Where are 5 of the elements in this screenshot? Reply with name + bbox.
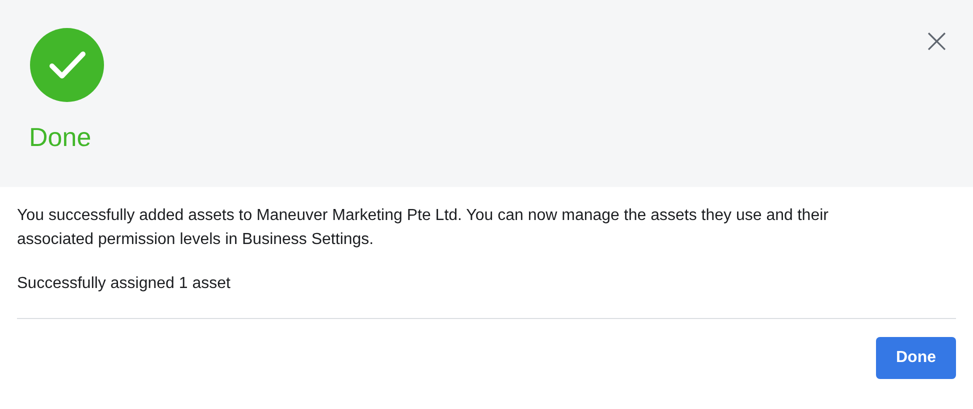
done-button[interactable]: Done [876, 337, 956, 379]
dialog-title: Done [29, 122, 92, 153]
close-button[interactable]: × [918, 26, 955, 56]
message-text: You successfully added assets to Maneuver Marketing Pte Ltd. You can now manage the assets they use and their associated permission levels in Business Settings. [17, 206, 830, 250]
result-text: Successfully assigned 1 asset [17, 274, 232, 294]
